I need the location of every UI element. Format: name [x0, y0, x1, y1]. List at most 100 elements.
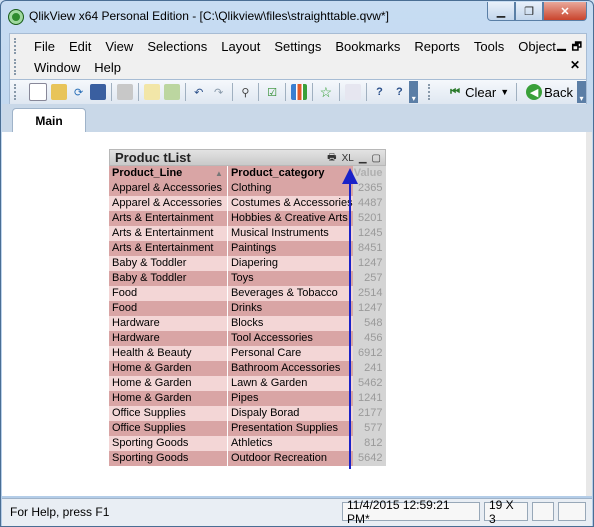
cell-product-line[interactable]: Hardware [109, 316, 228, 331]
chevron-down-icon[interactable]: ▼ [500, 87, 509, 97]
table-row[interactable]: Food Beverages & Tobacco 2514 [109, 286, 386, 301]
cell-value[interactable]: 2514 [352, 286, 386, 301]
table-row[interactable]: Health & Beauty Personal Care 6912 [109, 346, 386, 361]
cell-product-category[interactable]: Hobbies & Creative Arts [227, 211, 353, 226]
cell-product-category[interactable]: Diapering [227, 256, 353, 271]
cell-value[interactable]: 577 [352, 421, 386, 436]
cell-product-category[interactable]: Lawn & Garden [227, 376, 353, 391]
search-icon[interactable]: ⚲ [237, 84, 253, 100]
cell-product-line[interactable]: Home & Garden [109, 361, 228, 376]
table-row[interactable]: Baby & Toddler Diapering 1247 [109, 256, 386, 271]
table-row[interactable]: Sporting Goods Athletics 812 [109, 436, 386, 451]
cell-product-category[interactable]: Clothing [227, 181, 353, 196]
title-bar[interactable]: QlikView x64 Personal Edition - [C:\Qlik… [1, 1, 593, 31]
cell-product-line[interactable]: Arts & Entertainment [109, 226, 228, 241]
open-folder-icon[interactable] [50, 84, 67, 100]
redo-icon[interactable]: ↷ [211, 84, 227, 100]
menu-object[interactable]: Object [511, 39, 563, 54]
table-row[interactable]: Home & Garden Lawn & Garden 5462 [109, 376, 386, 391]
undo-icon[interactable]: ↶ [191, 84, 207, 100]
menu-edit[interactable]: Edit [62, 39, 98, 54]
cell-product-category[interactable]: Pipes [227, 391, 353, 406]
cell-value[interactable]: 1247 [352, 256, 386, 271]
qlikview-app-icon[interactable] [8, 9, 24, 25]
cell-product-line[interactable]: Food [109, 286, 228, 301]
cell-value[interactable]: 1247 [352, 301, 386, 316]
menu-help[interactable]: Help [87, 60, 128, 75]
cell-product-category[interactable]: Costumes & Accessories [227, 196, 353, 211]
help-icon[interactable]: ? [372, 84, 388, 100]
cell-product-category[interactable]: Tool Accessories [227, 331, 353, 346]
print-icon[interactable]: 🖶 [327, 150, 336, 167]
menu-reports[interactable]: Reports [407, 39, 467, 54]
cell-product-line[interactable]: Arts & Entertainment [109, 211, 228, 226]
cell-value[interactable]: 2177 [352, 406, 386, 421]
table-row[interactable]: Arts & Entertainment Musical Instruments 1… [109, 226, 386, 241]
cell-product-line[interactable]: Sporting Goods [109, 451, 228, 466]
restore-button[interactable]: ❐ [515, 2, 543, 21]
menu-settings[interactable]: Settings [267, 39, 328, 54]
menu-window[interactable]: Window [27, 60, 87, 75]
cell-product-category[interactable]: Toys [227, 271, 353, 286]
table-row[interactable]: Food Drinks 1247 [109, 301, 386, 316]
mdi-close-button[interactable]: ✕ [570, 58, 580, 72]
column-header-product-category[interactable]: Product_category [227, 166, 353, 181]
mdi-minimize-button[interactable]: ▁ [557, 38, 565, 57]
cell-value[interactable]: 5462 [352, 376, 386, 391]
resize-grip-icon[interactable] [558, 502, 586, 521]
close-button[interactable]: ✕ [543, 2, 587, 21]
cell-value[interactable]: 8451 [352, 241, 386, 256]
context-help-icon[interactable]: ? [391, 84, 407, 100]
cell-value[interactable]: 5201 [352, 211, 386, 226]
cell-product-category[interactable]: Drinks [227, 301, 353, 316]
cell-product-category[interactable]: Blocks [227, 316, 353, 331]
reload-icon[interactable]: ⟳ [71, 84, 87, 100]
menu-grip-handle[interactable] [14, 38, 21, 54]
menu-selections[interactable]: Selections [140, 39, 214, 54]
toolbar-grip-handle[interactable] [14, 84, 21, 100]
clear-button[interactable]: ⏮ Clear ▼ [441, 84, 513, 100]
column-header-product-line[interactable]: Product_Line ▲ [109, 166, 228, 181]
cell-product-category[interactable]: Dispaly Borad [227, 406, 353, 421]
cell-product-line[interactable]: Office Supplies [109, 406, 228, 421]
cell-product-category[interactable]: Paintings [227, 241, 353, 256]
save-icon[interactable] [90, 84, 107, 100]
cell-value[interactable]: 812 [352, 436, 386, 451]
cell-value[interactable]: 5642 [352, 451, 386, 466]
cell-value[interactable]: 6912 [352, 346, 386, 361]
cell-value[interactable]: 4487 [352, 196, 386, 211]
cell-value[interactable]: 456 [352, 331, 386, 346]
cell-value[interactable]: 1241 [352, 391, 386, 406]
toolbar-overflow-chevron-icon[interactable]: ▾ [577, 81, 586, 103]
menu-bookmarks[interactable]: Bookmarks [328, 39, 407, 54]
minimize-object-icon[interactable]: ▁ [359, 153, 367, 164]
table-row[interactable]: Office Supplies Dispaly Borad 2177 [109, 406, 386, 421]
cell-product-line[interactable]: Office Supplies [109, 421, 228, 436]
print-icon[interactable] [117, 84, 134, 100]
cell-product-line[interactable]: Food [109, 301, 228, 316]
cell-product-line[interactable]: Home & Garden [109, 391, 228, 406]
edit-object-icon[interactable] [344, 84, 361, 100]
table-row[interactable]: Office Supplies Presentation Supplies 577 [109, 421, 386, 436]
cell-product-line[interactable]: Home & Garden [109, 376, 228, 391]
straight-table-object[interactable]: Produc tList 🖶 XL ▁ ▢ Product_Line ▲ Prod… [109, 149, 386, 469]
table-row[interactable]: Hardware Blocks 548 [109, 316, 386, 331]
menu-tools[interactable]: Tools [467, 39, 511, 54]
chart-icon[interactable] [291, 84, 307, 100]
cell-product-category[interactable]: Bathroom Accessories [227, 361, 353, 376]
mdi-restore-button[interactable]: 🗗 [572, 38, 582, 57]
edit-script-icon[interactable] [144, 84, 160, 100]
menu-view[interactable]: View [98, 39, 140, 54]
sheet-scrollbar[interactable] [586, 132, 592, 496]
cell-product-line[interactable]: Health & Beauty [109, 346, 228, 361]
table-row[interactable]: Sporting Goods Outdoor Recreation 5642 [109, 451, 386, 466]
cell-value[interactable]: 1245 [352, 226, 386, 241]
send-to-excel-icon[interactable]: XL [342, 153, 354, 164]
menu-layout[interactable]: Layout [214, 39, 267, 54]
object-caption[interactable]: Produc tList 🖶 XL ▁ ▢ [109, 149, 386, 166]
menu-file[interactable]: File [27, 39, 62, 54]
cell-product-category[interactable]: Personal Care [227, 346, 353, 361]
table-row[interactable]: Apparel & Accessories Costumes & Accessor… [109, 196, 386, 211]
checkbox-icon[interactable]: ☑ [264, 84, 280, 100]
cell-product-line[interactable]: Sporting Goods [109, 436, 228, 451]
